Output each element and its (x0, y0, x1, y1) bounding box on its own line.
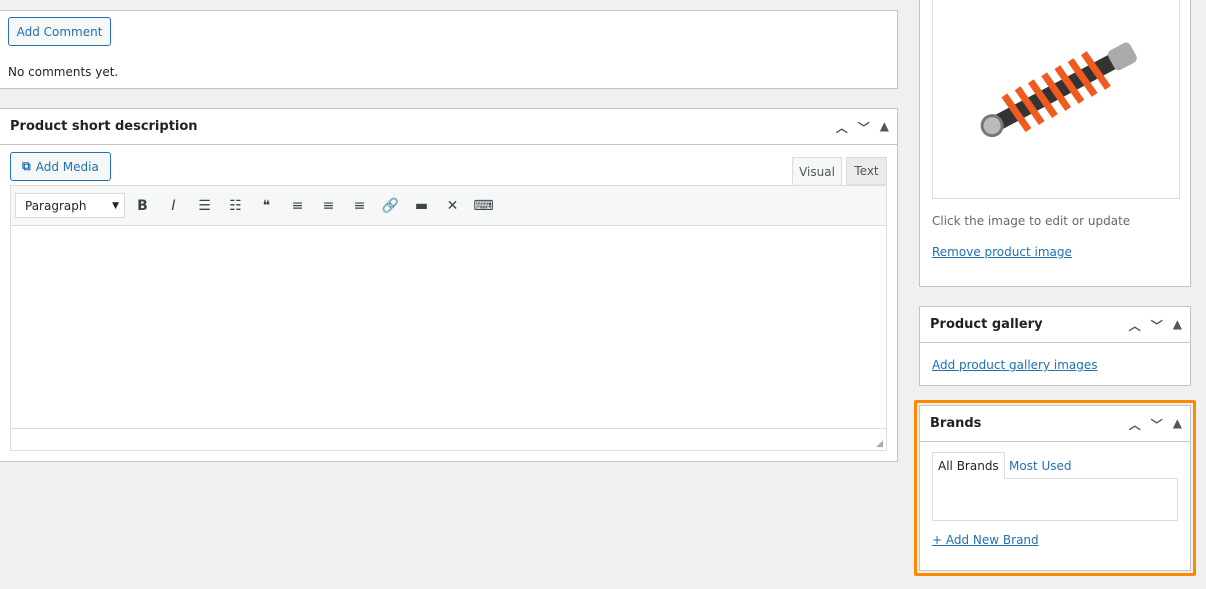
short-description-title: Product short description (10, 119, 198, 134)
format-select[interactable]: Paragraph ▼ (15, 193, 125, 218)
italic-icon[interactable]: I (158, 191, 189, 221)
toggle-panel-icon[interactable]: ▲ (880, 119, 889, 136)
tab-text[interactable]: Text (846, 157, 887, 185)
align-left-icon[interactable]: ≡ (282, 191, 313, 221)
move-up-icon[interactable]: ︿ (1129, 317, 1141, 334)
editor: Paragraph ▼ B I ☰ ☷ ❝ ≡ ≡ ≡ 🔗 ▬ ✕ ⌨ ◢ (10, 185, 887, 451)
add-comment-button[interactable]: Add Comment (8, 17, 111, 46)
numbered-list-icon[interactable]: ☷ (220, 191, 251, 221)
product-image[interactable] (932, 0, 1180, 199)
add-media-icon: ⧉ (22, 159, 31, 173)
add-media-button[interactable]: ⧉ Add Media (10, 152, 111, 181)
add-media-label: Add Media (35, 159, 99, 174)
brands-list (932, 478, 1178, 521)
keyboard-icon[interactable]: ⌨ (468, 191, 499, 221)
align-center-icon[interactable]: ≡ (313, 191, 344, 221)
tab-most-used[interactable]: Most Used (1009, 452, 1072, 479)
format-value: Paragraph (25, 198, 87, 213)
move-up-icon[interactable]: ︿ (1129, 416, 1141, 433)
bullet-list-icon[interactable]: ☰ (189, 191, 220, 221)
no-comments-text: No comments yet. (8, 65, 119, 79)
link-icon[interactable]: 🔗 (375, 191, 406, 221)
gallery-header: Product gallery ︿ ﹀ ▲ (920, 307, 1190, 343)
brands-title: Brands (930, 416, 982, 431)
move-up-icon[interactable]: ︿ (836, 119, 848, 136)
bold-icon[interactable]: B (127, 191, 158, 221)
move-down-icon[interactable]: ﹀ (858, 119, 870, 136)
brands-box: Brands ︿ ﹀ ▲ All Brands Most Used + Add Ne… (919, 405, 1191, 571)
editor-statusbar: ◢ (11, 428, 886, 450)
short-description-box: Product short description ︿ ﹀ ▲ ⧉ Add Media… (0, 108, 898, 462)
image-hint: Click the image to edit or update (932, 214, 1131, 228)
move-down-icon[interactable]: ﹀ (1151, 416, 1163, 433)
move-down-icon[interactable]: ﹀ (1151, 317, 1163, 334)
comments-box: Add Comment No comments yet. (0, 10, 898, 89)
toggle-panel-icon[interactable]: ▲ (1173, 317, 1182, 334)
read-more-icon[interactable]: ▬ (406, 191, 437, 221)
product-image-box: Click the image to edit or update Remove… (919, 0, 1191, 287)
fullscreen-icon[interactable]: ✕ (437, 191, 468, 221)
toggle-panel-icon[interactable]: ▲ (1173, 416, 1182, 433)
align-right-icon[interactable]: ≡ (344, 191, 375, 221)
add-gallery-images-link[interactable]: Add product gallery images (932, 358, 1098, 372)
brands-header: Brands ︿ ﹀ ▲ (920, 406, 1190, 442)
editor-toolbar: Paragraph ▼ B I ☰ ☷ ❝ ≡ ≡ ≡ 🔗 ▬ ✕ ⌨ (11, 186, 886, 226)
remove-product-image-link[interactable]: Remove product image (932, 245, 1072, 259)
shock-absorber-image (980, 42, 1137, 138)
dropdown-arrow-icon: ▼ (112, 200, 119, 211)
editor-content[interactable] (11, 226, 886, 428)
tab-visual[interactable]: Visual (792, 157, 842, 185)
resize-handle-icon[interactable]: ◢ (876, 439, 883, 449)
gallery-title: Product gallery (930, 317, 1043, 332)
tab-all-brands[interactable]: All Brands (932, 452, 1005, 479)
product-gallery-box: Product gallery ︿ ﹀ ▲ Add product gallery … (919, 306, 1191, 386)
short-description-header: Product short description ︿ ﹀ ▲ (0, 109, 897, 145)
add-new-brand-link[interactable]: + Add New Brand (932, 533, 1039, 547)
blockquote-icon[interactable]: ❝ (251, 191, 282, 221)
